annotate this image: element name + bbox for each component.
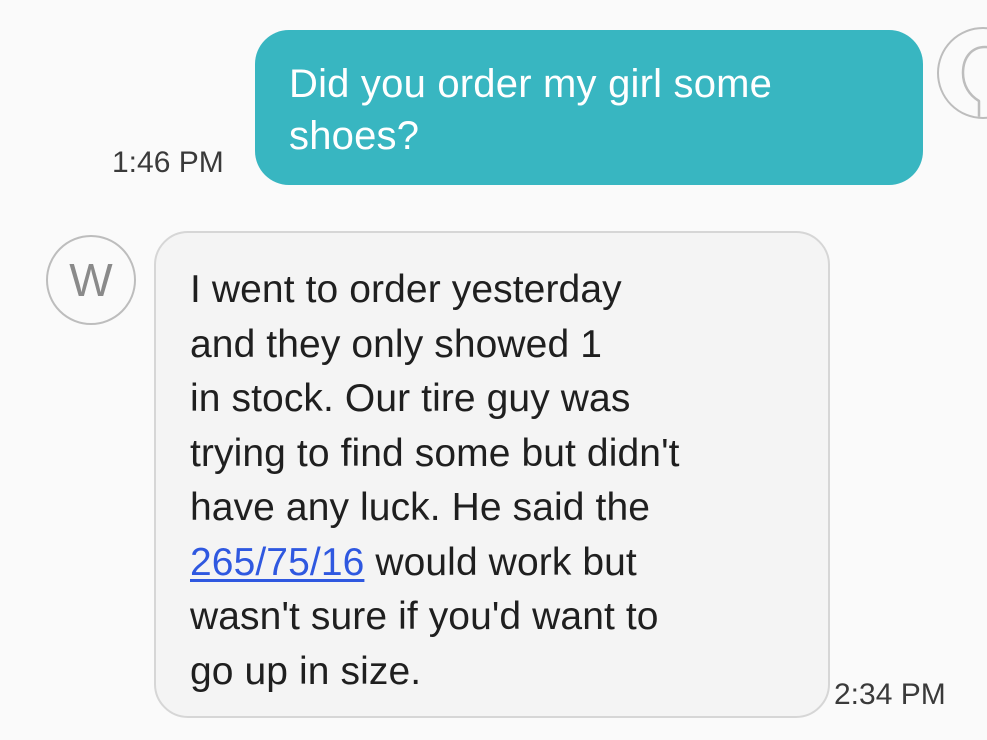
incoming-line: have any luck. He said the — [190, 486, 651, 529]
contact-avatar-letter: W — [69, 254, 113, 306]
outgoing-line: Did you order my girl some — [289, 62, 773, 106]
incoming-timestamp: 2:34 PM — [834, 678, 946, 711]
incoming-line: I went to order yesterday — [190, 268, 622, 311]
person-silhouette-icon — [961, 45, 987, 117]
tire-size-link[interactable]: 265/75/16 — [190, 541, 364, 584]
incoming-message-text: I went to order yesterday and they only … — [190, 263, 808, 699]
incoming-message-bubble[interactable]: I went to order yesterday and they only … — [154, 231, 830, 718]
outgoing-message-text: Did you order my girl some shoes? — [289, 58, 893, 162]
incoming-line: trying to find some but didn't — [190, 431, 680, 475]
message-thread: 1:46 PM Did you order my girl some shoes… — [0, 0, 987, 740]
incoming-line: and they only showed 1 — [190, 322, 602, 366]
my-avatar[interactable] — [937, 27, 987, 119]
incoming-line: wasn't sure if you'd want to — [190, 595, 659, 638]
outgoing-timestamp: 1:46 PM — [112, 146, 224, 179]
incoming-line: go up in size. — [190, 649, 422, 693]
outgoing-line: shoes? — [289, 114, 420, 158]
incoming-line-rest: would work but — [364, 540, 637, 584]
contact-avatar[interactable]: W — [46, 235, 136, 325]
incoming-line-with-link: 265/75/16 would work but — [190, 536, 808, 591]
incoming-line: in stock. Our tire guy was — [190, 377, 631, 420]
outgoing-message-bubble[interactable]: Did you order my girl some shoes? — [255, 30, 923, 185]
